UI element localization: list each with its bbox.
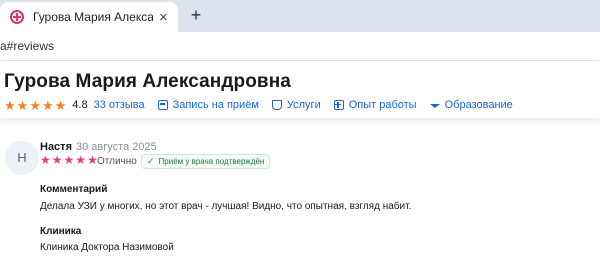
nav-services-label[interactable]: Услуги xyxy=(287,99,321,111)
avatar: Н xyxy=(5,141,39,175)
close-tab-icon[interactable]: × xyxy=(159,10,168,25)
nav-appointment-label[interactable]: Запись на приём xyxy=(173,99,259,111)
doctor-name: Гурова Мария Александровна xyxy=(4,71,291,92)
url-text[interactable]: a#reviews xyxy=(0,39,54,53)
clinic-title: Клиника xyxy=(40,226,82,237)
star-icon: ★ xyxy=(16,97,29,113)
star-icon: ★ xyxy=(29,97,41,113)
rating-stars: ★ ★ ★ ★ ★ xyxy=(4,99,67,112)
review-card: Н Настя 30 августа 2025 ★ ★ ★ ★ ★ Отличн… xyxy=(0,129,600,257)
nav-services[interactable]: Услуги xyxy=(271,99,321,111)
comment-text: Делала УЗИ у многих, но этот врач - лучш… xyxy=(40,201,412,212)
star-icon: ★ xyxy=(75,153,87,167)
tag-icon xyxy=(271,100,282,110)
new-tab-button[interactable]: + xyxy=(186,5,206,25)
calendar-icon xyxy=(157,100,168,110)
doctor-header: Гурова Мария Александровна ★ ★ ★ ★ ★ 4.8… xyxy=(0,61,600,119)
review-date: 30 августа 2025 xyxy=(76,141,157,153)
comment-title: Комментарий xyxy=(40,184,108,195)
star-icon: ★ xyxy=(54,97,67,113)
verified-label: Приём у врача подтверждён xyxy=(158,157,265,166)
browser-tab[interactable]: Гурова Мария Александрова × xyxy=(0,2,178,32)
check-icon: ✓ xyxy=(147,156,155,166)
review-author: Настя xyxy=(40,141,72,153)
rating-value: 4.8 xyxy=(72,99,88,111)
review-grade: Отлично xyxy=(97,156,137,167)
star-icon: ★ xyxy=(41,97,54,113)
reviews-count-link[interactable]: 33 отзыва xyxy=(94,99,145,111)
nav-appointment[interactable]: Запись на приём xyxy=(157,99,259,111)
nav-experience[interactable]: Опыт работы xyxy=(333,99,417,111)
plus-square-icon xyxy=(333,100,344,110)
verified-badge: ✓ Приём у врача подтверждён xyxy=(141,154,271,169)
nav-education[interactable]: Образование xyxy=(429,99,513,111)
star-icon: ★ xyxy=(4,97,16,113)
browser-tab-strip: Гурова Мария Александрова × + xyxy=(0,0,600,32)
star-icon: ★ xyxy=(63,153,75,167)
star-icon: ★ xyxy=(40,153,51,167)
nav-experience-label[interactable]: Опыт работы xyxy=(349,99,417,111)
graduation-cap-icon xyxy=(429,104,440,108)
clinic-name: Клиника Доктора Назимовой xyxy=(40,242,174,253)
review-stars: ★ ★ ★ ★ ★ xyxy=(40,154,99,166)
tab-title: Гурова Мария Александрова xyxy=(33,10,153,24)
address-bar[interactable]: a#reviews xyxy=(0,32,600,61)
star-icon: ★ xyxy=(51,153,63,167)
doctor-meta-row: ★ ★ ★ ★ ★ 4.8 33 отзыва Запись на приём … xyxy=(4,97,513,113)
clinic-plus-icon xyxy=(10,10,24,24)
nav-education-label[interactable]: Образование xyxy=(445,99,513,111)
